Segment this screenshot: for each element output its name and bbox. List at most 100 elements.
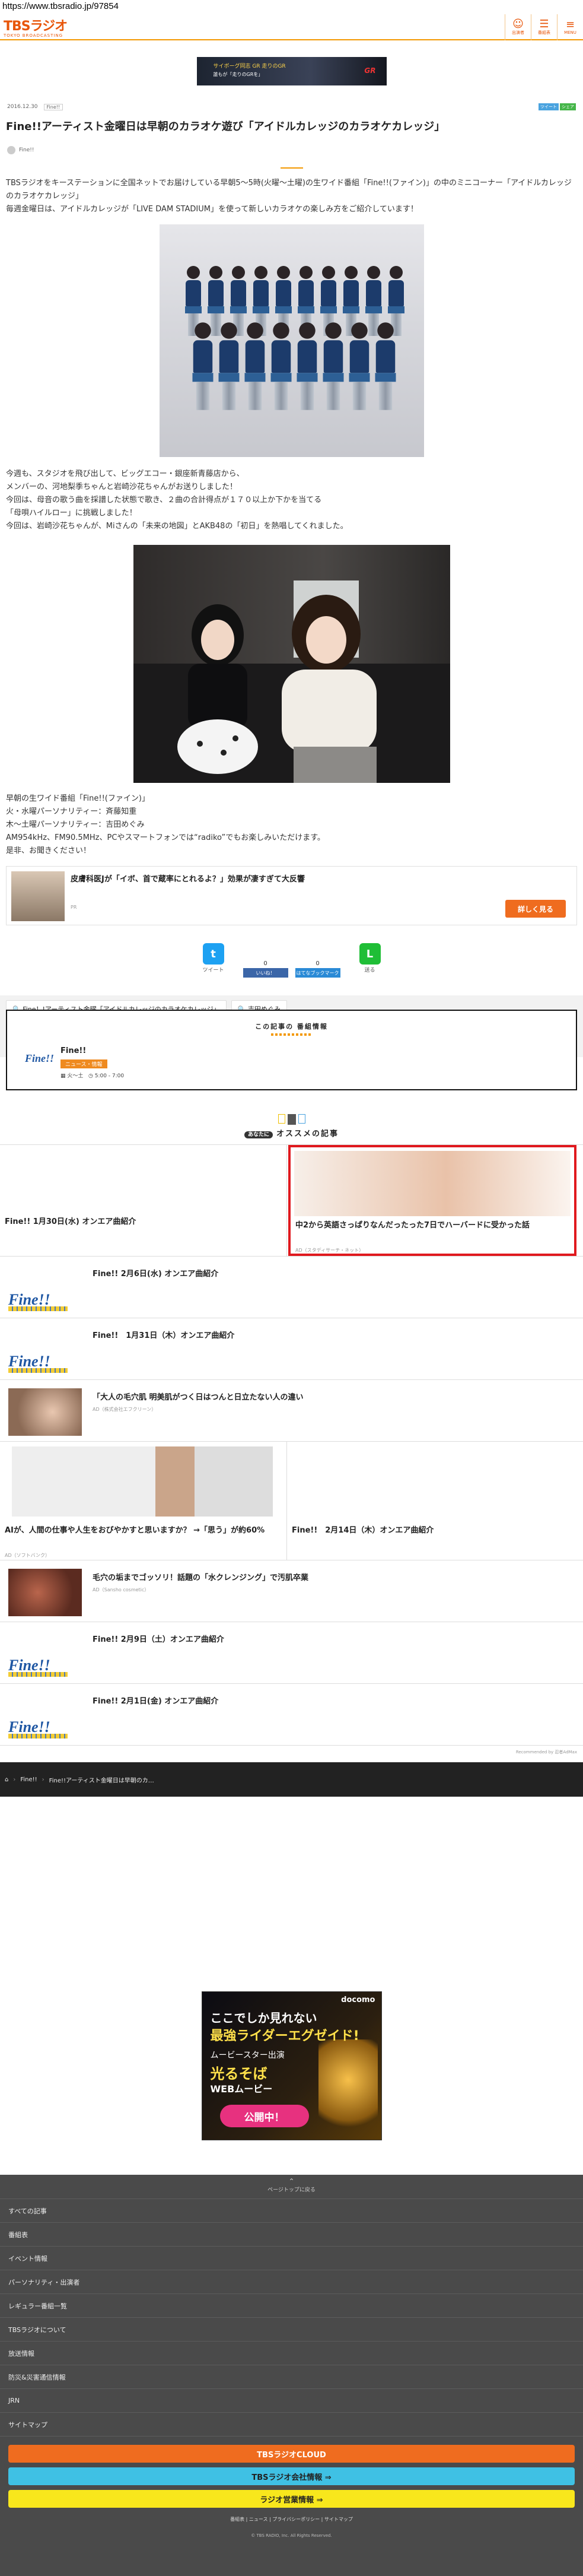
recommend-thumbnail — [12, 1446, 273, 1517]
author-name: Fine!! — [19, 147, 34, 153]
studio-photo — [133, 545, 450, 783]
recommend-item[interactable]: Fine!! 2月14日（木）オンエア曲紹介 — [287, 1442, 575, 1560]
program-box-heading: この記事の 番組情報 — [255, 1023, 328, 1030]
recommend-row: Fine!! Fine!! 2月9日（土）オンエア曲紹介 — [0, 1622, 583, 1684]
recommend-thumbnail — [294, 1151, 571, 1216]
recommend-item[interactable]: 「大人の毛穴肌 明美肌がつく日はつんと日立たない人の違い AD（株式会社エフクリー… — [0, 1380, 583, 1441]
footer-menu-item[interactable]: 番組表 — [0, 2222, 583, 2246]
recommend-item[interactable]: Fine!! Fine!! 2月9日（土）オンエア曲紹介 — [0, 1622, 583, 1683]
logo-subtext: TOKYO BROADCASTING — [4, 33, 63, 38]
recommend-item[interactable]: Fine!! Fine!! 1月31日（木）オンエア曲紹介 — [0, 1318, 583, 1379]
recommend-title: Fine!! 1月30日(水) オンエア曲紹介 — [5, 1217, 136, 1226]
ad-line-1: ここでしか見れない — [210, 2011, 317, 2025]
recommend-row: 毛穴の垢までゴッソリ！話題の「水クレンジング」で汚肌卒業 AD（Sansho co… — [0, 1560, 583, 1622]
group-member — [323, 322, 343, 410]
line-icon: L — [359, 943, 381, 965]
share-facebook-button[interactable]: 0 いいね！ — [243, 943, 288, 978]
article-body: 今週も、スタジオを飛び出して、ビッグエコー・銀座新青藤店から、 メンバーの、河地… — [6, 469, 348, 531]
group-member — [244, 322, 265, 410]
author[interactable]: Fine!! — [0, 146, 583, 154]
mini-tweet-button[interactable]: ツイート — [539, 103, 559, 110]
share-line-button[interactable]: L 送る — [348, 943, 393, 978]
breadcrumb-separator: › — [42, 1776, 44, 1783]
footer-menu-item[interactable]: レギュラー番組一覧 — [0, 2293, 583, 2317]
title-divider — [280, 167, 303, 169]
ad-cta-button[interactable]: 公開中！ — [219, 2105, 309, 2127]
performers-button[interactable]: ☺ 出演者 — [505, 14, 531, 40]
footer-link-button[interactable]: TBSラジオCLOUD — [8, 2445, 575, 2463]
pr-card[interactable]: 皮膚科医Jが「イボ、首で蔵率にとれるよ？」効果が凄すぎて大反響 PR 詳しく見る — [6, 866, 577, 925]
recommend-item[interactable]: Fine!! Fine!! 2月6日(水) オンエア曲紹介 — [0, 1257, 583, 1318]
program-info-box[interactable]: この記事の 番組情報 Fine!! Fine!! ニュース・情報 ▦ 火〜土 ◷… — [6, 1010, 577, 1090]
footer-menu-item[interactable]: JRN — [0, 2388, 583, 2412]
menu-label: MENU — [564, 30, 576, 35]
schedule-button[interactable]: ☰ 番組表 — [531, 14, 557, 40]
footer-link-button[interactable]: ラジオ営業情報 ⇒ — [8, 2490, 575, 2508]
footer-link-button[interactable]: TBSラジオ会社情報 ⇒ — [8, 2467, 575, 2485]
footer-menu-item[interactable]: TBSラジオについて — [0, 2317, 583, 2341]
home-icon[interactable]: ⌂ — [5, 1776, 8, 1783]
ad-line-3: ムービースター出演 — [210, 2051, 285, 2060]
performers-label: 出演者 — [512, 30, 524, 35]
program-category-badge: ニュース・情報 — [60, 1059, 107, 1068]
pr-label: PR — [71, 905, 77, 910]
page-top-link[interactable]: ⌃ ページトップに戻る — [0, 2175, 583, 2199]
breadcrumb: ⌂ › Fine!! › Fine!!アーティスト金曜日は早朝のカ… — [0, 1762, 583, 1797]
site-header: TBSラジオ TOKYO BROADCASTING ☺ 出演者 ☰ 番組表 ≡ … — [0, 14, 583, 40]
top-ad-banner[interactable]: サイボーグ同志 GR 走りのGR 誰もが「走りのGRを」 GR — [196, 57, 387, 85]
bottom-ad-banner[interactable]: docomo ここでしか見れない 最強ライダーエグゼイド! ムービースター出演 … — [201, 1991, 382, 2140]
recommend-item[interactable]: 中2から英語さっぱりなんだったった7日でハーバードに受かった話 AD（スタディサー… — [288, 1145, 576, 1256]
ad-line-4: 光るそば — [210, 2066, 267, 2082]
facebook-icon: いいね！ — [243, 968, 288, 978]
share-hatena-button[interactable]: 0 はてなブックマーク — [295, 943, 340, 978]
recommend-title: 毛穴の垢までゴッソリ！話題の「水クレンジング」で汚肌卒業 — [93, 1573, 309, 1582]
logo-text: TBSラジオ — [4, 19, 68, 34]
menu-button[interactable]: ≡ MENU — [557, 14, 583, 40]
person-right — [281, 595, 377, 783]
recommend-item[interactable]: Fine!! Fine!! 2月1日(金) オンエア曲紹介 — [0, 1684, 583, 1745]
recommend-powered[interactable]: Recommended by 忍者AdMax — [0, 1746, 583, 1759]
footer-menu-item[interactable]: 防災&災害通信情報 — [0, 2365, 583, 2388]
group-member — [192, 322, 213, 410]
breadcrumb-program[interactable]: Fine!! — [20, 1776, 37, 1783]
ad-line-2: 最強ライダーエグゼイド! — [210, 2029, 359, 2044]
recommend-icon — [0, 1114, 583, 1125]
recommend-title: AIが、人間の仕事や人生をおびやかすと思いますか？ →「思う」が約60% — [5, 1526, 265, 1535]
ad-line-2: 誰もが「走りのGRを」 — [213, 72, 263, 77]
program-name: Fine!! — [60, 1046, 87, 1055]
mini-share: ツイート シェア — [539, 103, 576, 110]
footer-menu-item[interactable]: サイトマップ — [0, 2412, 583, 2436]
recommend-item[interactable]: Fine!! 1月30日(水) オンエア曲紹介 — [0, 1145, 287, 1256]
heading-dots — [270, 1033, 313, 1036]
twitter-icon: t — [202, 943, 224, 965]
recommend-item[interactable]: 毛穴の垢までゴッソリ！話題の「水クレンジング」で汚肌卒業 AD（Sansho co… — [0, 1560, 583, 1622]
group-member — [375, 322, 396, 410]
recommend-thumbnail — [8, 1388, 82, 1436]
mini-share-button[interactable]: シェア — [560, 103, 576, 110]
hatena-icon: はてなブックマーク — [295, 968, 340, 978]
pr-more-button[interactable]: 詳しく見る — [505, 900, 566, 918]
share-label: はてなブックマーク — [296, 970, 339, 976]
copyright: © TBS RADIO, Inc. All Rights Reserved. — [251, 2533, 332, 2538]
program-info: 早朝の生ワイド番組「Fine!!(ファイン)」 火・水曜パーソナリティー：斉藤知… — [6, 794, 325, 855]
recommend-ad-source: AD（株式会社エフクリーン） — [93, 1407, 157, 1412]
group-member — [218, 322, 239, 410]
footer-menu-item[interactable]: パーソナリティ・出演者 — [0, 2270, 583, 2293]
footer-menu-item[interactable]: すべての記事 — [0, 2199, 583, 2222]
site-logo[interactable]: TBSラジオ TOKYO BROADCASTING — [4, 15, 68, 38]
footer-links[interactable]: 番組表 | ニュース | プライバシーポリシー | サイトマップ — [0, 2516, 583, 2523]
footer-menu-item[interactable]: イベント情報 — [0, 2246, 583, 2270]
person-icon: ☺ — [512, 18, 524, 30]
browser-url[interactable]: https://www.tbsradio.jp/97854 — [0, 0, 583, 14]
share-twitter-button[interactable]: t ツイート — [191, 943, 236, 978]
schedule-time: 5:00 - 7:00 — [94, 1073, 125, 1079]
recommend-item[interactable]: AIが、人間の仕事や人生をおびやかすと思いますか？ →「思う」が約60% AD（ソ… — [0, 1442, 287, 1560]
group-member — [270, 322, 291, 410]
article-title: Fine!!アーティスト金曜日は早朝のカラオケ遊び「アイドルカレッジのカラオケカ… — [6, 120, 445, 133]
footer-buttons: TBSラジオCLOUD TBSラジオ会社情報 ⇒ ラジオ営業情報 ⇒ — [0, 2436, 583, 2508]
recommend-title: 「大人の毛穴肌 明美肌がつく日はつんと日立たない人の違い — [93, 1393, 304, 1402]
ad-brand: GR — [364, 66, 376, 75]
footer-menu-item[interactable]: 放送情報 — [0, 2341, 583, 2365]
share-label: いいね！ — [256, 970, 275, 976]
category-tag[interactable]: Fine!! — [43, 103, 63, 110]
